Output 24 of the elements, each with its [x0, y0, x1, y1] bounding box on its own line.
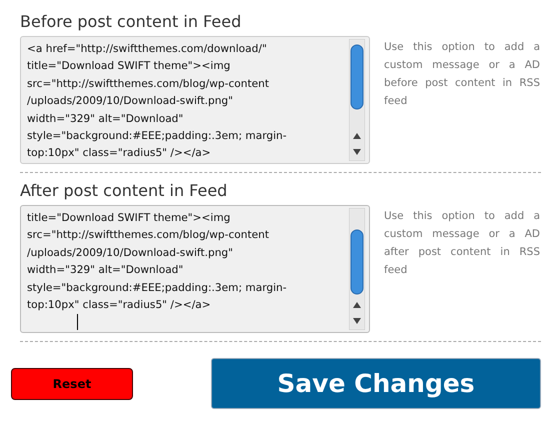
help-text: Use this option to add a custom message or a AD after post content in RSS feed [384, 209, 540, 278]
section-heading: Before post content in Feed [20, 12, 242, 31]
text-cursor [77, 314, 78, 330]
reset-button[interactable]: Reset [11, 368, 133, 400]
code-line: title="Download SWIFT theme"><img [27, 211, 232, 226]
scrollbar-drawing[interactable] [349, 208, 365, 330]
section-heading: After post content in Feed [20, 181, 228, 200]
code-line: top:10px" class="radius5" /></a> [27, 298, 212, 314]
save-changes-button[interactable]: Save Changes [211, 358, 541, 409]
code-line: /uploads/2009/10/Download-swift.png" [27, 246, 234, 261]
scrollbar-drawing[interactable] [349, 39, 365, 161]
code-line: <a href="http://swiftthemes.com/download/" [27, 42, 268, 57]
code-line: style="background:#EEE;padding:.3em; margin- [27, 129, 288, 144]
code-line: top:10px" class="radius5" /></a> [27, 146, 212, 162]
code-line: style="background:#EEE;padding:.3em; margin- [27, 280, 288, 296]
help-text: Use this option to add a custom message or a AD before post content in RSS feed [384, 40, 540, 109]
textarea-field[interactable] [20, 205, 370, 333]
code-line: src="http://swiftthemes.com/blog/wp-content [27, 76, 270, 92]
code-line: width="329" alt="Download" [27, 112, 184, 127]
code-line: /uploads/2009/10/Download-swift.png" [27, 94, 234, 110]
code-line: width="329" alt="Download" [27, 263, 184, 278]
code-line: title="Download SWIFT theme"><img [27, 59, 232, 74]
textarea-field[interactable] [20, 36, 370, 164]
code-line: src="http://swiftthemes.com/blog/wp-content [27, 228, 270, 244]
